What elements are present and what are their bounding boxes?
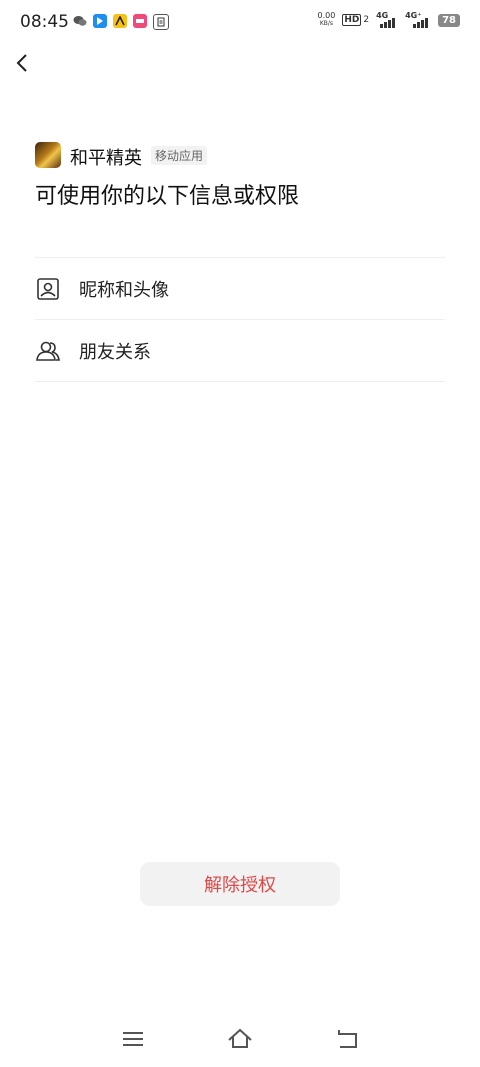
app-name: 和平精英 [70,148,142,169]
permission-label: 朋友关系 [79,341,151,363]
net-speed-unit: KB/s [319,20,334,27]
battery-indicator: 78 [438,13,460,27]
chevron-left-icon [16,54,27,72]
status-bar: 08:45 0.00 KB/s HD 2 4G 4G⁺ 78 [0,0,480,44]
permission-list: 昵称和头像 朋友关系 [35,257,445,382]
system-nav-bar [0,1020,480,1060]
status-time: 08:45 [20,12,69,32]
app-notification-icon [93,14,107,28]
friends-icon [35,338,61,364]
signal-1-icon: 4G [376,11,398,28]
wechat-icon [73,14,87,28]
revoke-authorization-button[interactable]: 解除授权 [140,862,340,906]
sim-slot: 2 [363,15,370,25]
app-notification-icon [133,14,147,28]
back-button[interactable] [12,52,34,74]
app-type-tag: 移动应用 [151,146,208,165]
app-notification-icon [153,14,169,30]
permission-item-profile: 昵称和头像 [35,257,445,319]
permission-label: 昵称和头像 [79,279,169,301]
home-icon[interactable] [227,1026,253,1052]
notification-icons [73,14,169,30]
hd-badge: HD [342,14,362,26]
profile-card-icon [35,276,61,302]
app-logo [35,142,61,168]
net-speed-value: 0.00 [317,11,336,20]
app-notification-icon [113,14,127,28]
page-title: 可使用你的以下信息或权限 [35,184,300,209]
back-nav-icon[interactable] [334,1026,360,1052]
status-right: 0.00 KB/s HD 2 4G 4G⁺ 78 [318,11,460,28]
signal-2-icon: 4G⁺ [405,11,431,28]
permission-item-friends: 朋友关系 [35,319,445,382]
menu-icon[interactable] [120,1026,146,1052]
net-speed: 0.00 KB/s [318,12,336,28]
